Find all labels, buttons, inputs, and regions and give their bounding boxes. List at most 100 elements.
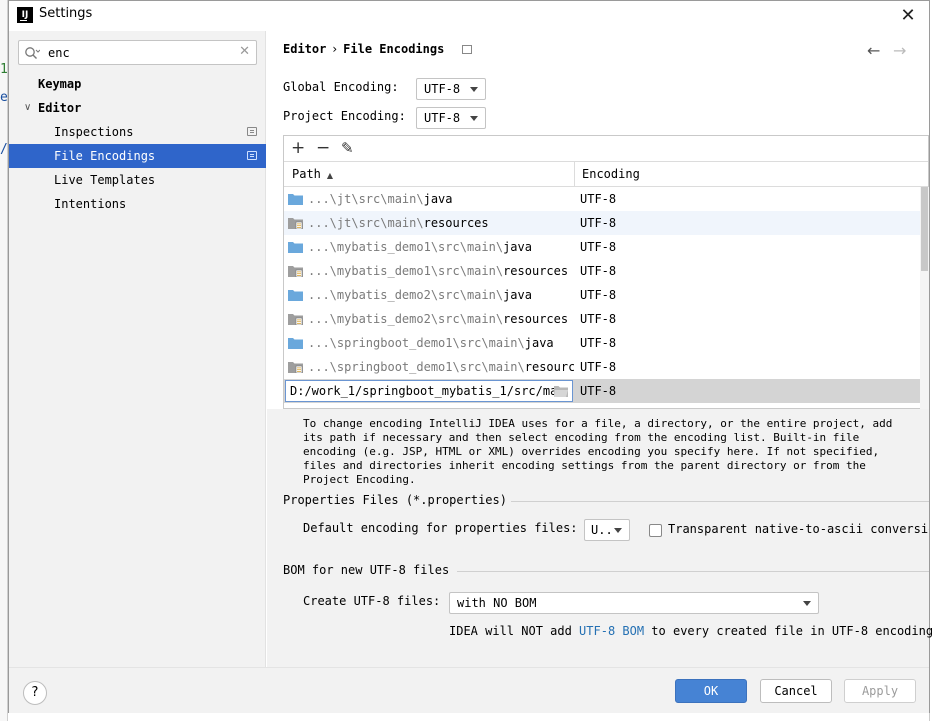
source-folder-icon [288, 242, 303, 253]
project-settings-icon [247, 127, 257, 136]
table-row[interactable]: ...\mybatis_demo1\src\main\resources UTF-… [284, 259, 920, 283]
encodings-table: + − ✎ Path ▲ Encoding ...\jt\src\main\jav… [283, 135, 929, 409]
properties-section-title: Properties Files (*.properties) [283, 493, 507, 507]
chevron-down-icon [470, 87, 478, 92]
create-utf8-label: Create UTF-8 files: [303, 594, 441, 608]
sidebar-item-intentions[interactable]: Intentions [9, 192, 266, 216]
help-button[interactable]: ? [23, 681, 47, 705]
global-encoding-label: Global Encoding: [283, 80, 399, 94]
vertical-scrollbar[interactable] [920, 187, 929, 409]
table-row[interactable]: ...\mybatis_demo1\src\main\java UTF-8 [284, 235, 920, 259]
encoding-cell[interactable]: UTF-8 [580, 211, 616, 235]
encoding-cell[interactable]: UTF-8 [580, 355, 616, 379]
path-prefix: ...\mybatis_demo2\src\main\ [308, 312, 504, 326]
native-to-ascii-label[interactable]: Transparent native-to-ascii conversion [668, 522, 929, 536]
table-row-editing[interactable]: D:/work_1/springboot_mybatis_1/src/ma UTF… [284, 379, 920, 403]
bg-glyph: e [0, 90, 8, 105]
sidebar-item-live-templates[interactable]: Live Templates [9, 168, 266, 192]
clear-search-icon[interactable]: ✕ [239, 44, 250, 59]
close-button[interactable]: ✕ [897, 5, 919, 27]
create-utf8-select[interactable]: with NO BOM [449, 592, 819, 614]
path-prefix: ...\mybatis_demo2\src\main\ [308, 288, 504, 302]
section-divider [511, 501, 929, 502]
apply-button[interactable]: Apply [844, 679, 916, 703]
encoding-cell[interactable]: UTF-8 [580, 259, 616, 283]
path-prefix: ...\springboot_demo1\src\main\ [308, 360, 525, 374]
sidebar-item-file-encodings[interactable]: File Encodings [9, 144, 266, 168]
breadcrumb-parent[interactable]: Editor [283, 42, 326, 56]
bom-note: IDEA will NOT add UTF-8 BOM to every cre… [449, 624, 938, 638]
sidebar-item-label: File Encodings [54, 149, 156, 163]
resources-folder-icon [288, 218, 303, 229]
breadcrumb-current: File Encodings [343, 42, 445, 56]
path-prefix: ...\springboot_demo1\src\main\ [308, 336, 525, 350]
column-header-path[interactable]: Path ▲ [292, 162, 333, 187]
table-row[interactable]: ...\mybatis_demo2\src\main\java UTF-8 [284, 283, 920, 307]
global-encoding-select[interactable]: UTF-8 [416, 78, 486, 100]
encoding-cell[interactable]: UTF-8 [580, 283, 616, 307]
encoding-cell[interactable]: UTF-8 [580, 235, 616, 259]
column-header-encoding[interactable]: Encoding [582, 162, 640, 187]
path-cell: ...\springboot_demo1\src\main\resource [308, 355, 574, 379]
encoding-cell[interactable]: UTF-8 [580, 331, 616, 355]
cancel-button[interactable]: Cancel [760, 679, 832, 703]
table-row[interactable]: ...\mybatis_demo2\src\main\resources UTF-… [284, 307, 920, 331]
scrollbar-thumb[interactable] [921, 187, 928, 271]
search-icon [25, 47, 40, 59]
bom-note-text: IDEA will NOT add [449, 624, 580, 638]
search-box[interactable]: ✕ [18, 40, 257, 65]
project-encoding-select[interactable]: UTF-8 [416, 107, 486, 129]
remove-icon[interactable]: − [316, 139, 330, 157]
path-name: resources [503, 312, 569, 326]
back-arrow-icon[interactable]: ← [867, 41, 880, 60]
path-cell: ...\springboot_demo1\src\main\java [308, 331, 574, 355]
bg-glyph: 1 [0, 62, 8, 77]
settings-sidebar: ✕ Keymap ∨ Editor Inspections File Encod… [9, 31, 266, 667]
sidebar-item-inspections[interactable]: Inspections [9, 120, 266, 144]
add-icon[interactable]: + [291, 139, 305, 157]
encoding-cell[interactable]: UTF-8 [580, 307, 616, 331]
path-name: java [503, 288, 532, 302]
edit-pencil-icon[interactable]: ✎ [341, 139, 354, 157]
forward-arrow-icon[interactable]: → [893, 41, 906, 60]
path-name: java [423, 192, 453, 206]
global-encoding-value: UTF-8 [424, 82, 461, 96]
table-row[interactable]: ...\springboot_demo1\src\main\java UTF-8 [284, 331, 920, 355]
source-folder-icon [288, 338, 303, 349]
path-name: java [503, 240, 532, 254]
settings-dialog: IJ Settings ✕ ✕ Keymap ∨ Editor Inspecti… [8, 0, 933, 713]
bom-section-title: BOM for new UTF-8 files [283, 563, 450, 577]
properties-encoding-value: U.. [591, 523, 613, 537]
chevron-down-icon [614, 528, 622, 533]
sidebar-item-label: Keymap [38, 77, 82, 91]
sidebar-item-editor[interactable]: ∨ Editor [9, 96, 266, 120]
properties-encoding-select[interactable]: U.. [584, 519, 630, 541]
path-edit-input[interactable]: D:/work_1/springboot_mybatis_1/src/ma [285, 380, 573, 402]
ok-button[interactable]: OK [675, 679, 747, 703]
sidebar-item-label: Editor [38, 101, 82, 115]
chevron-down-icon [803, 601, 811, 606]
search-input[interactable] [46, 43, 226, 62]
table-header: Path ▲ Encoding [284, 162, 928, 187]
resources-folder-icon [288, 314, 303, 325]
encoding-cell[interactable]: UTF-8 [580, 379, 616, 403]
path-cell: ...\mybatis_demo1\src\main\java [308, 235, 574, 259]
table-row[interactable]: ...\jt\src\main\java UTF-8 [284, 187, 920, 211]
path-edit-value: D:/work_1/springboot_mybatis_1/src/ma [290, 384, 558, 398]
table-row[interactable]: ...\springboot_demo1\src\main\resourceUT… [284, 355, 920, 379]
path-cell: ...\jt\src\main\resources [308, 211, 574, 235]
main-content: Editor › File Encodings ← → Global Encodin… [267, 31, 933, 667]
chevron-down-icon[interactable]: ∨ [24, 96, 31, 120]
browse-folder-icon[interactable] [554, 385, 568, 397]
project-encoding-value: UTF-8 [424, 111, 461, 125]
native-to-ascii-checkbox[interactable] [649, 524, 662, 537]
column-divider[interactable] [574, 162, 575, 187]
table-row[interactable]: ...\jt\src\main\resources UTF-8 [284, 211, 920, 235]
utf8-bom-link[interactable]: UTF-8 BOM [579, 624, 644, 638]
source-folder-icon [288, 290, 303, 301]
title-bar: IJ Settings ✕ [9, 1, 929, 31]
path-cell: ...\mybatis_demo2\src\main\java [308, 283, 574, 307]
properties-encoding-label: Default encoding for properties files: [303, 521, 578, 535]
sidebar-item-keymap[interactable]: Keymap [9, 72, 266, 96]
encoding-cell[interactable]: UTF-8 [580, 187, 616, 211]
